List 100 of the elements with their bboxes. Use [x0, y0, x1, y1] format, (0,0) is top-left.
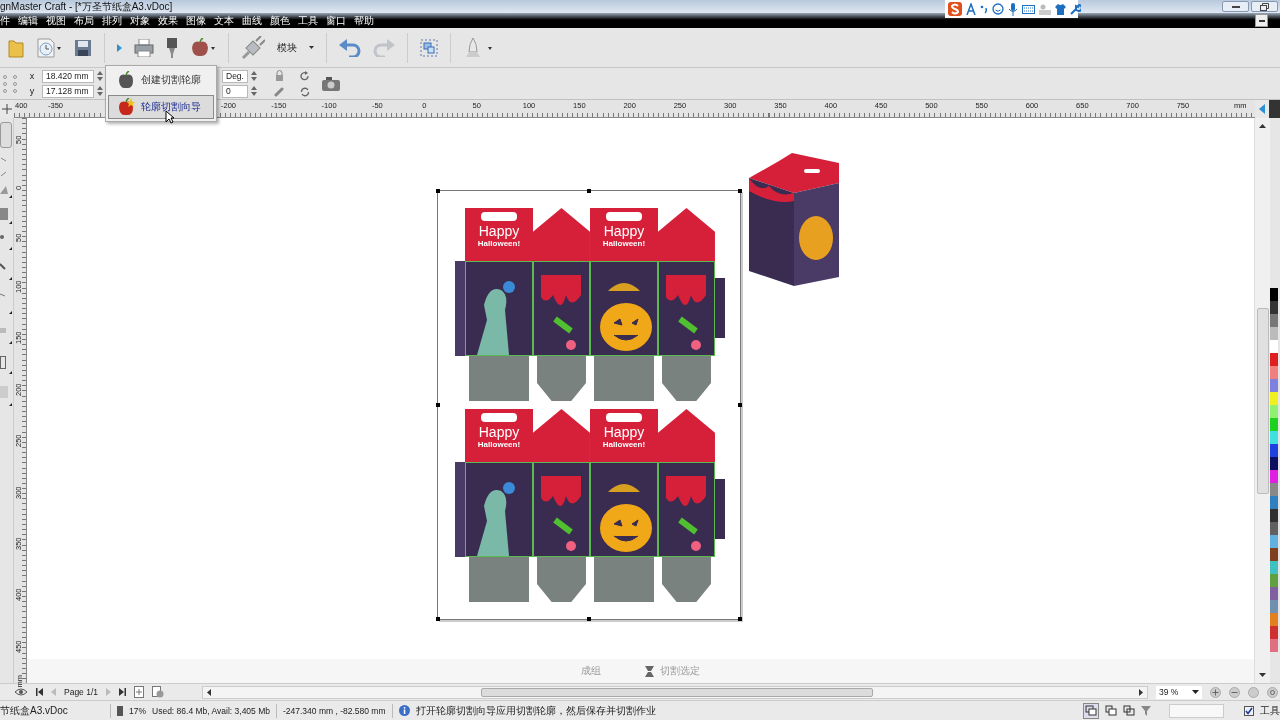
color-swatch[interactable]	[1270, 587, 1278, 600]
color-swatch[interactable]	[1270, 483, 1278, 496]
microphone-icon[interactable]	[1008, 2, 1018, 16]
color-swatch[interactable]	[1270, 613, 1278, 626]
selection-icon[interactable]	[420, 38, 438, 57]
zoom-dropdown[interactable]: 39 %	[1156, 685, 1203, 699]
page-sheet[interactable]: Happy Halloween! Happy Halloween! Happy Halloween! Happy Halloween!	[436, 190, 741, 620]
color-swatch[interactable]	[1270, 535, 1278, 548]
menu-item[interactable]: 排列	[102, 13, 122, 28]
color-swatch[interactable]	[1270, 600, 1278, 613]
pick-tool[interactable]	[0, 122, 12, 148]
menu-item[interactable]: 图像	[186, 13, 206, 28]
selection-handle[interactable]	[586, 617, 591, 621]
scroll-thumb[interactable]	[481, 687, 874, 697]
lock-icon[interactable]	[274, 70, 284, 81]
menu-item[interactable]: 布局	[74, 13, 94, 28]
selection-handle[interactable]	[435, 403, 440, 407]
eye-icon[interactable]	[14, 687, 28, 697]
play-icon[interactable]	[117, 43, 122, 52]
menu-item[interactable]: 视图	[46, 13, 66, 28]
color-swatch[interactable]	[1270, 301, 1278, 314]
selection-handle[interactable]	[737, 403, 742, 407]
color-swatch[interactable]	[1270, 639, 1278, 652]
folder-icon[interactable]	[8, 37, 24, 58]
font-icon[interactable]	[966, 3, 976, 15]
page-settings-icon[interactable]	[152, 686, 165, 698]
refresh-icon[interactable]	[300, 86, 310, 97]
selection-handle[interactable]	[737, 189, 742, 193]
ruler-origin-icon[interactable]	[2, 104, 12, 114]
last-page-icon[interactable]	[119, 688, 127, 696]
overlap-icon[interactable]	[1123, 704, 1135, 717]
node-tool-icon[interactable]	[0, 156, 8, 178]
keyboard-icon[interactable]	[1022, 4, 1035, 14]
selection-handle[interactable]	[435, 617, 440, 621]
frame-tool-icon[interactable]	[0, 354, 12, 376]
brush-tool-icon[interactable]	[0, 260, 12, 282]
caret-icon[interactable]	[1192, 690, 1200, 694]
horizontal-scrollbar[interactable]	[202, 685, 1149, 699]
zoom-out-icon[interactable]	[1229, 686, 1241, 698]
angle-field[interactable]: 0	[222, 84, 248, 98]
scroll-up-icon[interactable]	[1259, 124, 1266, 128]
pen-tool-icon[interactable]	[0, 234, 12, 252]
selection-handle[interactable]	[737, 617, 742, 621]
color-swatch[interactable]	[1270, 379, 1278, 392]
color-swatch[interactable]	[1270, 366, 1278, 379]
smiley-icon[interactable]	[992, 3, 1004, 15]
selection-handle[interactable]	[586, 189, 591, 193]
menu-item[interactable]: 创建切割轮廓	[108, 68, 214, 92]
x-position-field[interactable]: 18.420 mm	[42, 69, 94, 83]
menu-item[interactable]: 文本	[214, 13, 234, 28]
menu-item[interactable]: 颜色	[270, 13, 290, 28]
collapse-arrow-icon[interactable]	[1259, 104, 1265, 114]
scroll-left-icon[interactable]	[207, 688, 212, 696]
minimize-button[interactable]	[1222, 1, 1249, 12]
color-swatch[interactable]	[1270, 327, 1278, 340]
previous-page-icon[interactable]	[51, 688, 56, 696]
menu-item[interactable]: 曲线	[242, 13, 262, 28]
text-tool-icon[interactable]	[0, 290, 12, 316]
angle-field[interactable]: Deg.	[222, 69, 248, 83]
color-swatch[interactable]	[1270, 626, 1278, 639]
rotate-icon[interactable]	[300, 70, 310, 81]
scroll-down-icon[interactable]	[1259, 673, 1266, 677]
color-swatch[interactable]	[1270, 561, 1278, 574]
color-swatch[interactable]	[1270, 392, 1278, 405]
color-swatch[interactable]	[1270, 340, 1278, 353]
menu-item[interactable]: 窗口	[326, 13, 346, 28]
menu-item[interactable]: 件	[0, 13, 10, 28]
overlap-icon[interactable]	[1105, 704, 1117, 717]
funnel-icon[interactable]	[1141, 705, 1151, 716]
plug-icon[interactable]	[241, 35, 265, 60]
anchor-points-icon[interactable]	[2, 72, 18, 95]
tools-checkbox[interactable]	[1244, 705, 1254, 716]
first-page-icon[interactable]	[36, 688, 43, 696]
menu-item[interactable]: 帮助	[354, 13, 374, 28]
cutter-icon[interactable]	[644, 665, 654, 677]
color-swatch[interactable]	[1270, 496, 1278, 509]
menu-item[interactable]: 对象	[130, 13, 150, 28]
status-input-field[interactable]	[1169, 703, 1224, 718]
selection-handle[interactable]	[435, 189, 440, 193]
clock-icon[interactable]	[36, 36, 62, 59]
punctuation-icon[interactable]	[980, 4, 988, 14]
save-icon[interactable]	[74, 38, 92, 57]
color-swatch[interactable]	[1270, 431, 1278, 444]
cutter-icon[interactable]	[166, 37, 178, 58]
link-icon[interactable]	[274, 87, 284, 97]
apple-icon[interactable]	[190, 37, 216, 58]
y-position-field[interactable]: 17.128 mm	[42, 84, 94, 98]
undo-icon[interactable]	[339, 38, 361, 57]
module-label[interactable]: 模块	[277, 40, 297, 55]
overlap-icon[interactable]	[1083, 702, 1099, 719]
color-swatch[interactable]	[1270, 457, 1278, 470]
color-swatch[interactable]	[1270, 418, 1278, 431]
color-swatch[interactable]	[1270, 574, 1278, 587]
color-swatch[interactable]	[1270, 548, 1278, 561]
spinner-icon[interactable]	[250, 85, 258, 97]
rocket-icon[interactable]	[463, 37, 493, 58]
color-swatch[interactable]	[1270, 353, 1278, 366]
color-swatch[interactable]	[1270, 522, 1278, 535]
next-page-icon[interactable]	[106, 688, 112, 696]
restore-button[interactable]	[1251, 1, 1278, 12]
